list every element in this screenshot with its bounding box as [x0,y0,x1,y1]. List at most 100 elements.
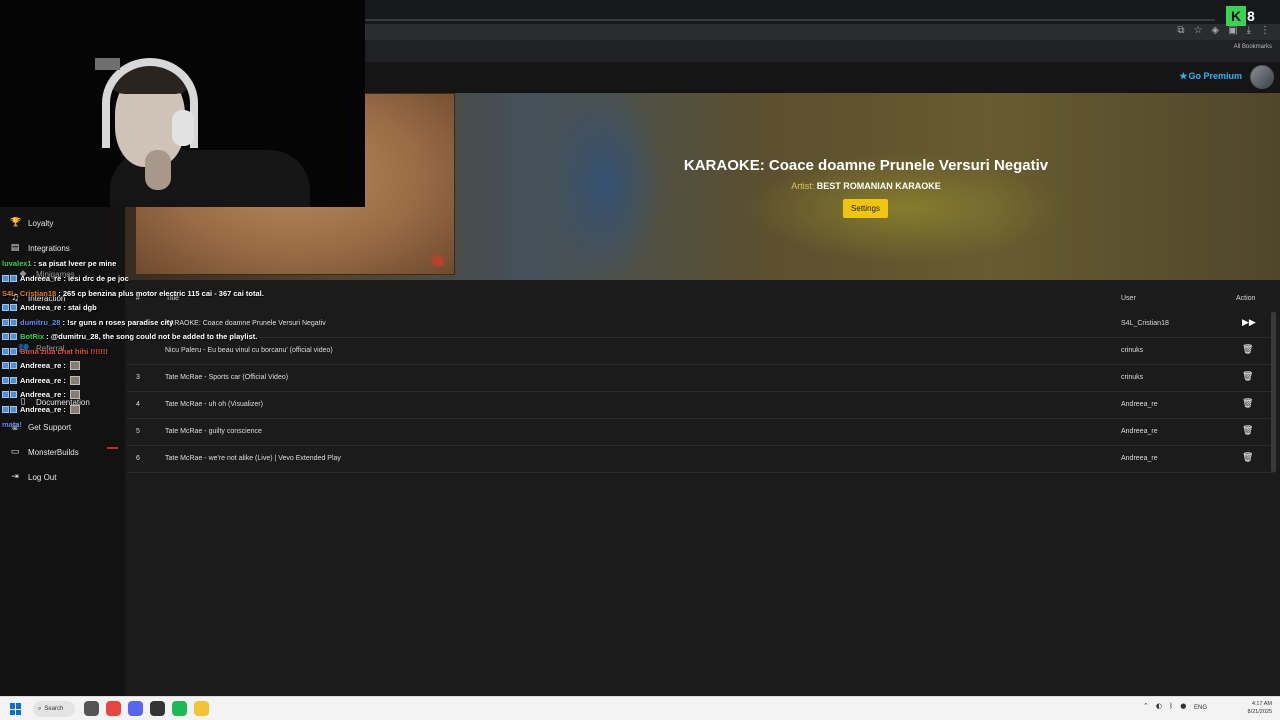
chat-badges [2,348,17,355]
webcam-overlay [0,0,365,207]
chat-badges [2,275,17,282]
chat-badges [2,391,17,398]
chat-badge-icon [10,304,17,311]
chat-message: Buna ziua chat hihi !!!!!!! [2,346,108,357]
bookmark-star-icon[interactable]: ☆ [1193,25,1202,36]
chat-message: mata! [2,419,22,430]
chrome-icon[interactable] [106,701,121,716]
chat-badge-icon [10,377,17,384]
taskbar-apps [84,701,209,716]
translate-icon[interactable]: ⧉ [1177,25,1184,36]
network-icon[interactable]: ◐ [1156,702,1162,710]
extension-icon[interactable]: ◈ [1211,25,1219,36]
chat-badge-icon [2,333,9,340]
chat-badges [2,377,17,384]
tab-separator [365,19,1215,21]
table-row[interactable]: 4 Tate McRae - uh oh (Visualizer) Andree… [127,393,1274,419]
chat-badge-icon [10,362,17,369]
chat-text: @dumitru_28, the song could not be added… [50,332,258,341]
chat-text: stai dgb [67,303,97,312]
chat-text: 265 cp benzina plus motor electric 115 c… [62,289,264,298]
chat-message: BotRix : @dumitru_28, the song could not… [2,331,257,342]
logout-icon: ⇥ [11,472,19,482]
chat-username[interactable]: Andreea_re [20,274,61,283]
avatar[interactable] [1250,65,1274,89]
language-indicator[interactable]: ENG [1194,705,1207,711]
chat-username[interactable]: BotRix [20,332,44,341]
monitor-icon: ▭ [10,447,20,457]
system-tray: ⌃ ◐ ᛒ ● [1143,702,1186,710]
row-user: Andreea_re [1121,428,1158,435]
chat-text: sa pisat lveer pe mine [38,259,117,268]
chat-badge-icon [2,275,9,282]
taskbar-clock[interactable]: 4:17 AM 8/21/2025 [1240,700,1272,716]
screen: ⧉ ☆ ◈ ▣ ⤓ ⋮ All Bookmarks K 8 ★Go Premiu… [0,0,1280,720]
webcam-hand [145,150,171,190]
sidebar-item-label: Integrations [28,243,70,253]
chat-separator: : [61,376,68,385]
clock-time: 4:17 AM [1251,701,1272,707]
chat-badges [2,319,17,326]
spotify-icon[interactable] [172,701,187,716]
play-next-icon[interactable]: ▶▶ [1242,318,1256,328]
delete-icon[interactable]: 🗑 [1242,345,1253,355]
chat-badge-icon [10,391,17,398]
table-row[interactable]: Nicu Paleru - Eu beau vinul cu borcanu' … [127,339,1274,365]
table-row[interactable]: 6 Tate McRae - we're not alike (Live) | … [127,447,1274,473]
chat-username[interactable]: Andreea_re [20,303,61,312]
obs-icon[interactable] [150,701,165,716]
windows-start-icon[interactable] [10,703,22,715]
sidebar-item-monsterbuilds[interactable]: ▭ MonsterBuilds [10,445,79,459]
delete-icon[interactable]: 🗑 [1242,372,1253,382]
sidebar-item-log-out[interactable]: ⇥ Log Out [10,470,56,484]
row-title: Nicu Paleru - Eu beau vinul cu borcanu' … [165,347,333,354]
row-user: crinuks [1121,374,1144,381]
puzzle-icon[interactable]: ▣ [1228,25,1237,36]
chat-emote-icon [69,390,80,399]
go-premium-link[interactable]: ★Go Premium [1179,71,1242,82]
delete-icon[interactable]: 🗑 [1242,426,1253,436]
chat-username[interactable]: S4L_Cristian18 [2,289,56,298]
all-bookmarks-link[interactable]: All Bookmarks [1234,44,1272,50]
file-explorer-icon[interactable] [194,701,209,716]
chat-username[interactable]: Andreea_re [20,376,61,385]
table-row[interactable]: KARAOKE: Coace doamne Prunele Versuri Ne… [127,312,1274,338]
sidebar-item-loyalty[interactable]: 🏆 Loyalty [10,216,53,230]
row-user: crinuks [1121,347,1144,354]
chat-badge-icon [2,348,9,355]
chat-badge-icon [2,304,9,311]
row-title: KARAOKE: Coace doamne Prunele Versuri Ne… [165,320,326,327]
settings-button[interactable]: Settings [843,199,888,218]
menu-icon[interactable]: ⋮ [1260,25,1270,36]
table-row[interactable]: 5 Tate McRae - guilty conscience Andreea… [127,420,1274,446]
microphone-icon[interactable]: ● [1180,702,1186,710]
chat-separator: : [56,289,63,298]
chevron-up-icon[interactable]: ⌃ [1143,702,1149,710]
row-title: Tate McRae - uh oh (Visualizer) [165,401,263,408]
chat-username[interactable]: Andreea_re [20,361,61,370]
chat-badge-icon [2,377,9,384]
delete-icon[interactable]: 🗑 [1242,453,1253,463]
task-view-icon[interactable] [84,701,99,716]
sidebar-item-label: Loyalty [28,218,54,228]
chat-username[interactable]: dumitru_28 [20,318,60,327]
address-bar[interactable] [365,24,1280,40]
chat-username[interactable]: Andreea_re [20,390,61,399]
chat-badge-icon [10,275,17,282]
delete-icon[interactable]: 🗑 [1242,399,1253,409]
download-icon[interactable]: ⤓ [1247,25,1251,36]
chat-separator: : [61,405,68,414]
taskbar-search[interactable]: ⌕ Search [33,701,75,717]
queue-scrollbar[interactable] [1271,312,1276,472]
chat-separator: : [44,332,51,341]
bluetooth-icon[interactable]: ᛒ [1169,702,1173,710]
sidebar-item-integrations[interactable]: ▤ Integrations [10,241,70,255]
chat-message: Andreea_re : stai dgb [2,302,97,313]
table-row[interactable]: 3 Tate McRae - Sports car (Official Vide… [127,366,1274,392]
row-number: 6 [136,455,140,462]
chat-username[interactable]: Andreea_re [20,405,61,414]
column-header-action: Action [1236,295,1256,302]
chat-username[interactable]: luvalex1 [2,259,32,268]
discord-icon[interactable] [128,701,143,716]
star-icon: ★ [1179,71,1188,81]
